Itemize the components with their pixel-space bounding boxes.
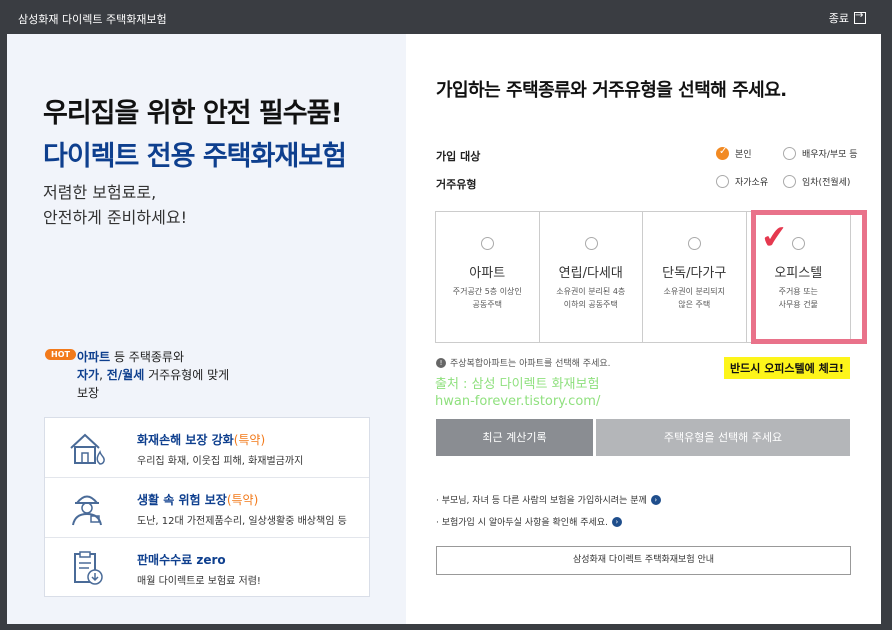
close-button[interactable]: 종료 (829, 10, 866, 26)
card-villa[interactable]: 연립/다세대 소유권이 분리된 4층 이하의 공동주택 (540, 212, 643, 342)
residence-type-label: 거주유형 (436, 178, 477, 191)
card-name: 단독/다가구 (662, 266, 727, 281)
clipboard-download-icon (74, 551, 103, 585)
benefit-desc: 매월 다이렉트로 보험료 저렴! (137, 576, 261, 587)
radio-icon (783, 147, 796, 160)
info-icon: ! (436, 357, 446, 368)
annotation-badge: 반드시 오피스텔에 체크! (724, 357, 850, 379)
window-titlebar: 삼성화재 다이렉트 주택화재보험 종료 (0, 0, 892, 34)
select-type-button[interactable]: 주택유형을 선택해 주세요 (596, 419, 850, 456)
notice-link[interactable]: · 보험가입 시 알아두실 사항을 확인해 주세요. › (436, 515, 622, 528)
main-window: 우리집을 위한 안전 필수품! 다이렉트 전용 주택화재보험 저렴한 보험료로,… (7, 34, 881, 624)
arrow-right-icon: › (611, 516, 622, 527)
residence-option-own[interactable]: 자가소유 (716, 175, 768, 188)
product-guide-button[interactable]: 삼성화재 다이렉트 주택화재보험 안내 (436, 546, 851, 575)
benefit-desc: 우리집 화재, 이웃집 피해, 화재벌금까지 (137, 456, 304, 467)
exit-icon (854, 10, 866, 24)
option-label: 배우자/부모 등 (802, 150, 858, 160)
headline-subtext: 저렴한 보험료로, 안전하게 준비하세요! (43, 183, 187, 227)
arrow-right-icon: › (650, 494, 661, 505)
card-desc: 소유권이 분리된 4층 이하의 공동주택 (556, 287, 626, 309)
card-desc: 주거공간 5층 이상인 공동주택 (452, 287, 522, 309)
option-label: 본인 (735, 150, 752, 160)
house-fire-icon (70, 433, 105, 465)
radio-icon (716, 175, 729, 188)
hot-badge: HOT (45, 349, 76, 360)
recent-calc-button[interactable]: 최근 계산기록 (436, 419, 593, 456)
headline-primary: 우리집을 위한 안전 필수품! (43, 98, 343, 129)
hot-desc-apartment: 아파트 (77, 350, 111, 364)
hot-desc-own: 자가 (77, 368, 100, 382)
benefit-item: 판매수수료 zero 매월 다이렉트로 보험료 저렴! (45, 538, 369, 598)
benefit-title: 화재손해 보장 강화(특약) (137, 433, 266, 447)
page-question: 가입하는 주택종류와 거주유형을 선택해 주세요. (436, 80, 787, 101)
promo-panel: 우리집을 위한 안전 필수품! 다이렉트 전용 주택화재보험 저렴한 보험료로,… (7, 34, 406, 624)
other-person-link[interactable]: · 부모님, 자녀 등 다른 사람의 보험을 가입하시려는 분께 › (436, 493, 661, 506)
enroll-target-label: 가입 대상 (436, 150, 481, 163)
benefit-item: 생활 속 위험 보장(특약) 도난, 12대 가전제품수리, 일상생활중 배상책… (45, 478, 369, 538)
house-type-cards: 아파트 주거공간 5층 이상인 공동주택 연립/다세대 소유권이 분리된 4층 … (435, 211, 851, 343)
card-desc: 주거용 또는 사무용 건물 (778, 287, 818, 309)
card-detached[interactable]: 단독/다가구 소유권이 분리되지 않은 주택 (643, 212, 747, 342)
radio-icon (783, 175, 796, 188)
close-label: 종료 (828, 12, 849, 25)
link-text: · 부모님, 자녀 등 다른 사람의 보험을 가입하시려는 분께 (436, 496, 647, 506)
info-note-text: 주상복합아파트는 아파트를 선택해 주세요. (450, 359, 611, 369)
option-label: 임차(전월세) (802, 178, 851, 188)
card-name: 연립/다세대 (558, 266, 623, 281)
window-title: 삼성화재 다이렉트 주택화재보험 (18, 13, 167, 26)
selection-panel: 가입하는 주택종류와 거주유형을 선택해 주세요. 가입 대상 본인 배우자/부… (406, 34, 881, 624)
hot-desc-rent: 전/월세 (106, 368, 145, 382)
watermark-source: 출처 : 삼성 다이렉트 화재보험 (435, 377, 600, 392)
radio-icon (481, 237, 494, 250)
enroll-option-family[interactable]: 배우자/부모 등 (783, 147, 858, 160)
radio-icon (584, 237, 598, 250)
benefit-item: 화재손해 보장 강화(특약) 우리집 화재, 이웃집 피해, 화재벌금까지 (45, 418, 369, 478)
hot-desc-text3: 보장 (77, 386, 100, 400)
worker-icon (72, 495, 102, 526)
card-name: 오피스텔 (774, 266, 823, 281)
radio-icon (688, 237, 701, 250)
headline-product: 다이렉트 전용 주택화재보험 (43, 141, 347, 172)
card-desc: 소유권이 분리되지 않은 주택 (663, 287, 725, 309)
residence-option-rent[interactable]: 임차(전월세) (783, 175, 850, 188)
enroll-option-self[interactable]: 본인 (716, 146, 752, 160)
option-label: 자가소유 (735, 178, 769, 188)
hot-desc-comma: , (99, 368, 107, 382)
info-note: ! 주상복합아파트는 아파트를 선택해 주세요. (436, 356, 611, 369)
radio-icon (791, 237, 805, 250)
benefits-list: 화재손해 보장 강화(특약) 우리집 화재, 이웃집 피해, 화재벌금까지 생활… (44, 417, 370, 597)
radio-checked-icon (716, 146, 729, 160)
hot-desc-text2: 거주유형에 맞게 (144, 368, 230, 382)
hot-desc-text1: 등 주택종류와 (110, 350, 184, 364)
card-name: 아파트 (469, 266, 506, 281)
checkmark-icon: ✔ (759, 216, 790, 258)
watermark-url: hwan-forever.tistory.com/ (435, 394, 601, 409)
benefit-title: 생활 속 위험 보장(특약) (137, 493, 259, 507)
benefit-title: 판매수수료 zero (137, 553, 226, 567)
hot-description: 아파트 등 주택종류와 자가, 전/월세 거주유형에 맞게 보장 (77, 348, 247, 402)
benefit-desc: 도난, 12대 가전제품수리, 일상생활중 배상책임 등 (137, 516, 347, 527)
link-text: · 보험가입 시 알아두실 사항을 확인해 주세요. (436, 518, 608, 528)
card-apartment[interactable]: 아파트 주거공간 5층 이상인 공동주택 (436, 212, 540, 342)
